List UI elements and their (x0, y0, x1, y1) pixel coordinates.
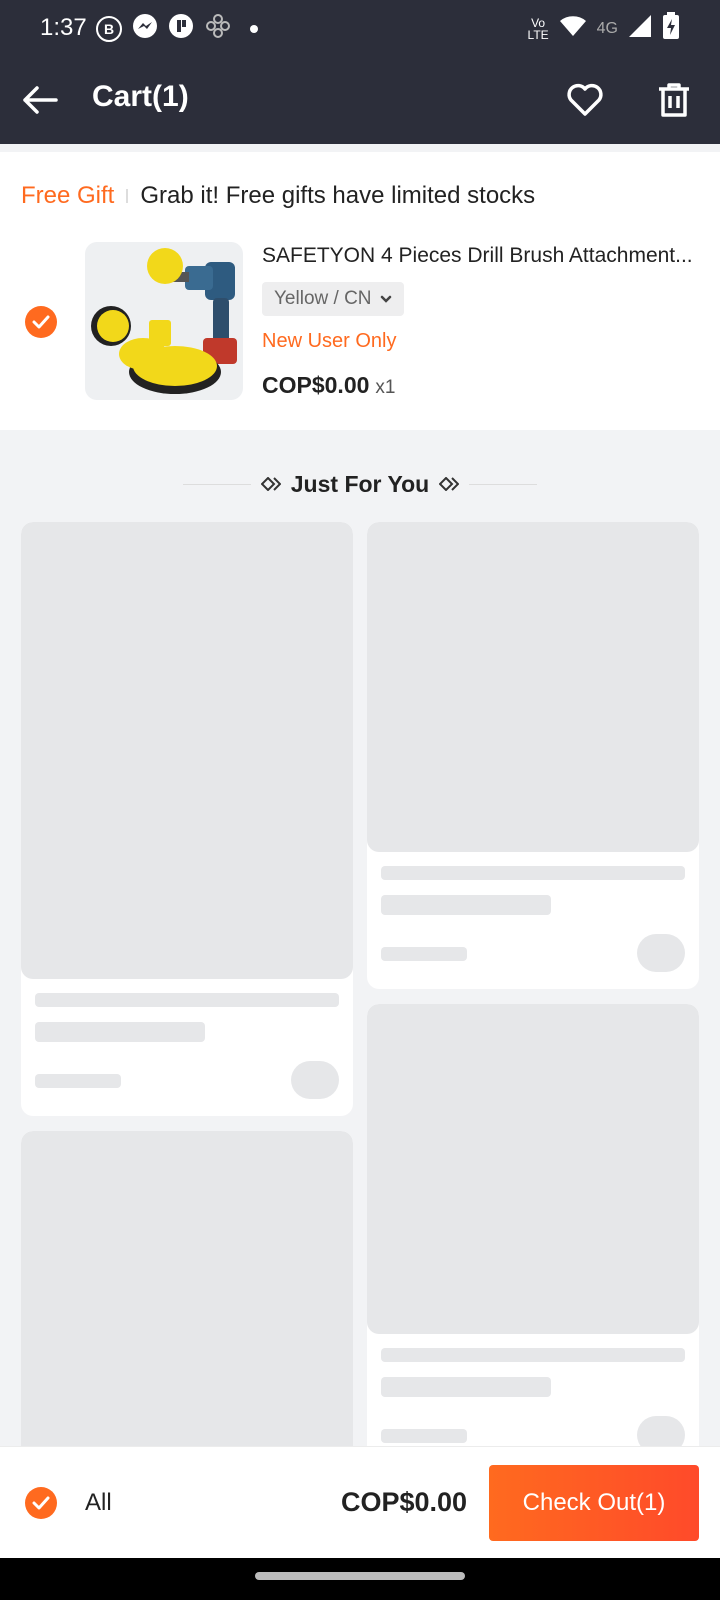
free-gift-message: Grab it! Free gifts have limited stocks (140, 182, 536, 209)
placeholder-line (381, 947, 467, 961)
product-image[interactable] (85, 242, 243, 400)
cart-total: COP$0.00 (341, 1487, 468, 1517)
placeholder-line (381, 1429, 467, 1443)
b-icon: B (96, 15, 122, 42)
placeholder-line (381, 895, 551, 915)
divider (126, 189, 129, 203)
select-all-label[interactable]: All (85, 1489, 112, 1517)
wifi-icon (559, 15, 587, 42)
divider (469, 483, 538, 485)
divider (182, 483, 251, 485)
placeholder-line (381, 1377, 551, 1397)
just-for-you-title: Just For You (290, 470, 430, 497)
app-header: Cart(1) (0, 56, 720, 144)
recommendation-placeholder (367, 522, 699, 989)
placeholder-button (291, 1061, 339, 1099)
page-title: Cart(1) (92, 80, 189, 113)
recommendation-placeholder (367, 1004, 699, 1471)
volte-icon: Vo LTE (527, 15, 549, 42)
battery-icon (662, 12, 680, 45)
check-icon (32, 1496, 50, 1510)
back-arrow-icon (23, 86, 58, 114)
product-title[interactable]: SAFETYON 4 Pieces Drill Brush Attachment… (262, 244, 702, 268)
price-row: COP$0.00 x1 (262, 372, 395, 399)
status-time: 1:37 (40, 14, 87, 41)
variant-selector[interactable]: Yellow / CN (262, 282, 404, 316)
item-select-checkbox[interactable] (25, 306, 57, 338)
diamond-icon (260, 477, 281, 491)
placeholder-image (367, 1004, 699, 1334)
more-notifications-dot (250, 24, 258, 33)
heart-icon (567, 83, 603, 116)
app-icon (168, 13, 194, 44)
placeholder-image (367, 522, 699, 852)
product-quantity: x1 (375, 377, 396, 398)
placeholder-line (381, 866, 685, 880)
free-gift-header: Free Gift Grab it! Free gifts have limit… (21, 182, 535, 210)
placeholder-image (21, 522, 353, 979)
delete-button[interactable] (652, 78, 696, 122)
check-icon (32, 315, 50, 329)
chevron-down-icon (380, 295, 391, 303)
checkout-button[interactable]: Check Out(1) (489, 1465, 699, 1541)
product-price: COP$0.00 (262, 372, 370, 398)
select-all-checkbox[interactable] (25, 1487, 57, 1519)
just-for-you-header: Just For You (0, 466, 720, 502)
new-user-badge: New User Only (262, 330, 397, 352)
placeholder-line (35, 1074, 121, 1088)
status-bar: 1:37 B Vo LTE 4G (0, 0, 720, 56)
variant-label: Yellow / CN (274, 288, 372, 309)
home-gesture-handle[interactable] (255, 1572, 465, 1580)
back-button[interactable] (18, 78, 62, 122)
recommendation-placeholder (21, 522, 353, 1116)
checkout-bar: All COP$0.00 Check Out(1) (0, 1446, 720, 1558)
placeholder-button (637, 934, 685, 972)
notification-icons: B (96, 12, 258, 45)
network-type: 4G (596, 19, 618, 37)
wishlist-button[interactable] (563, 78, 607, 122)
trash-icon (659, 83, 689, 117)
placeholder-line (35, 1022, 205, 1042)
messenger-icon (132, 13, 158, 44)
free-gift-card: Free Gift Grab it! Free gifts have limit… (0, 152, 720, 430)
placeholder-line (381, 1348, 685, 1362)
system-nav-bar (0, 1558, 720, 1600)
diamond-icon (439, 477, 460, 491)
placeholder-line (35, 993, 339, 1007)
signal-icon (628, 14, 652, 43)
gamepad-icon (204, 12, 232, 45)
free-gift-tag: Free Gift (21, 182, 115, 209)
system-icons: Vo LTE 4G (528, 12, 680, 45)
